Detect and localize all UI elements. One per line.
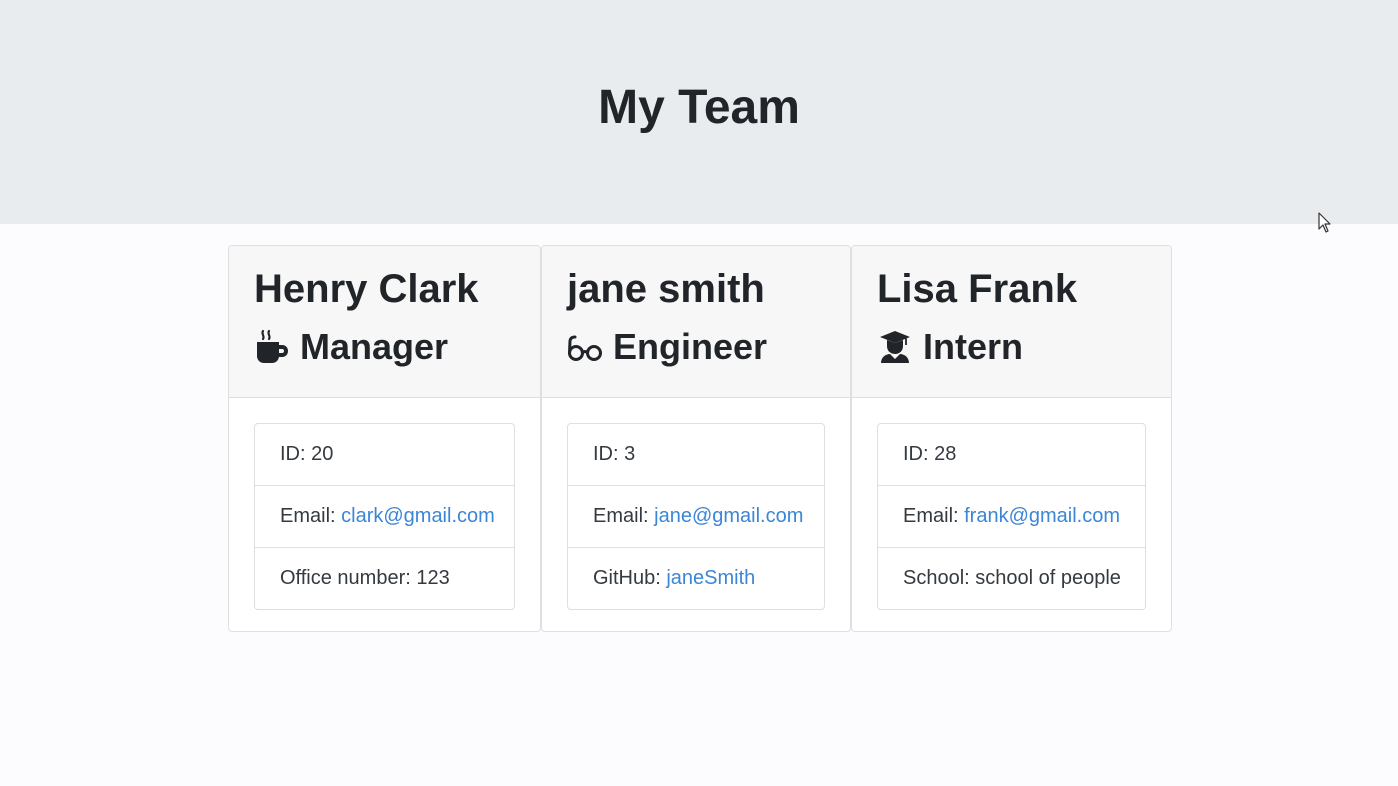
email-label: Email:: [903, 505, 965, 527]
office-number: Office number: 123: [280, 567, 450, 589]
employee-id: ID: 3: [568, 424, 824, 486]
page-title: My Team: [598, 81, 800, 134]
employee-role: Intern: [877, 326, 1023, 368]
employee-role: Engineer: [567, 326, 767, 368]
email-label: Email:: [280, 505, 342, 527]
role-label: Engineer: [613, 326, 768, 367]
employee-email-row: Email: jane@gmail.com: [568, 486, 824, 548]
email-link[interactable]: clark@gmail.com: [341, 505, 495, 527]
employee-name: jane smith: [567, 267, 765, 311]
page-header: My Team: [0, 0, 1398, 224]
card-header: jane smith Engineer: [542, 246, 850, 398]
employee-card-manager: Henry Clark Manager ID: 20 Email: clark@…: [228, 245, 541, 632]
email-link[interactable]: frank@gmail.com: [964, 505, 1120, 527]
coffee-icon: [254, 329, 290, 365]
github-link[interactable]: janeSmith: [666, 567, 755, 589]
role-label: Manager: [300, 326, 449, 367]
employee-details: ID: 20 Email: clark@gmail.com Office num…: [254, 423, 515, 610]
github-row: GitHub: janeSmith: [568, 548, 824, 609]
employee-email-row: Email: clark@gmail.com: [255, 486, 514, 548]
employee-details: ID: 28 Email: frank@gmail.com School: sc…: [877, 423, 1146, 610]
school: School: school of people: [903, 567, 1121, 589]
employee-email-row: Email: frank@gmail.com: [878, 486, 1145, 548]
employee-card-intern: Lisa Frank Intern ID: 28 Email: frank@gm…: [851, 245, 1172, 632]
email-label: Email:: [593, 505, 655, 527]
email-link[interactable]: jane@gmail.com: [654, 505, 803, 527]
employee-details: ID: 3 Email: jane@gmail.com GitHub: jane…: [567, 423, 825, 610]
card-header: Lisa Frank Intern: [852, 246, 1171, 398]
glasses-icon: [567, 329, 603, 365]
employee-id: ID: 28: [878, 424, 1145, 486]
card-header: Henry Clark Manager: [229, 246, 540, 398]
employee-name: Lisa Frank: [877, 267, 1078, 311]
mouse-cursor-icon: [1318, 212, 1331, 233]
graduate-icon: [877, 329, 913, 365]
employee-card-engineer: jane smith Engineer ID: 3 Email: jane@gm…: [541, 245, 851, 632]
github-label: GitHub:: [593, 567, 667, 589]
employee-name: Henry Clark: [254, 267, 479, 311]
role-label: Intern: [923, 326, 1024, 367]
employee-role: Manager: [254, 326, 448, 368]
employee-id: ID: 20: [255, 424, 514, 486]
